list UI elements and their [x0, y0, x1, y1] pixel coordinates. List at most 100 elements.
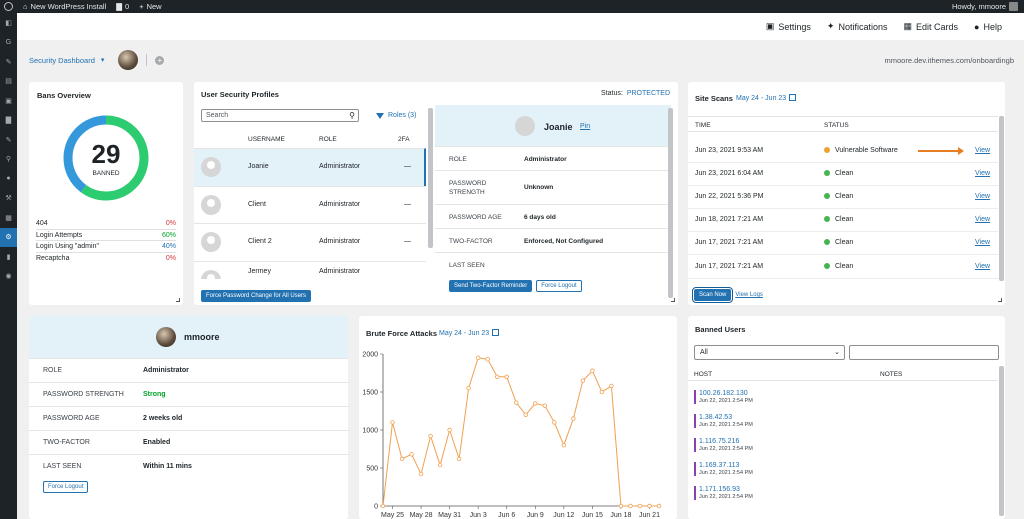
x-tick-label: Jun 6	[498, 512, 515, 519]
resize-handle[interactable]	[671, 298, 675, 302]
view-link[interactable]: View	[975, 147, 990, 154]
banned-label: BANNED	[92, 170, 120, 177]
appearance-icon[interactable]: ✎	[0, 130, 17, 150]
banned-users-card: Banned Users All ⌄ HOST NOTES 100.26.182.…	[688, 316, 1005, 519]
users-scrollbar[interactable]	[428, 108, 433, 248]
scan-now-button[interactable]: Scan Now	[691, 287, 734, 303]
status-dot-icon	[824, 193, 830, 199]
banned-host-link[interactable]: 1.38.42.53	[699, 414, 784, 421]
dashboard-selector[interactable]: Security Dashboard ▾	[29, 56, 104, 65]
y-tick-label: 0	[374, 504, 378, 511]
users-icon[interactable]: ●	[0, 169, 17, 189]
data-point	[628, 503, 633, 509]
home-icon: ⌂	[23, 2, 28, 11]
data-point	[399, 456, 405, 462]
x-tick-label: May 28	[410, 512, 433, 519]
filter-icon	[376, 112, 384, 119]
list-item: 1.116.75.216 Jun 22, 2021 2:54 PM	[694, 438, 784, 452]
dashboard-icon[interactable]: ◧	[0, 13, 17, 33]
send-two-factor-reminder-button[interactable]: Send Two-Factor Reminder	[449, 280, 533, 292]
media-icon[interactable]: ▣	[0, 91, 17, 111]
banned-search-input[interactable]	[849, 345, 999, 360]
list-item: 1.38.42.53 Jun 22, 2021 2:54 PM	[694, 414, 784, 428]
date-range-picker[interactable]: May 24 - Jun 23	[736, 94, 797, 102]
search-input[interactable]: Search ⚲	[201, 109, 359, 122]
site-name-link[interactable]: ⌂ New WordPress Install	[23, 2, 106, 11]
table-row[interactable]: Client 2 Administrator —	[194, 223, 426, 261]
collapse-icon[interactable]: ◉	[0, 267, 17, 287]
site-url: mmoore.dev.ithemes.com/onboardingb	[884, 55, 1014, 65]
table-row[interactable]: Joanie Administrator —	[194, 148, 426, 186]
notifications-button[interactable]: ✦ Notifications	[827, 21, 888, 32]
arrow-right-icon	[918, 147, 964, 155]
table-row: Jun 18, 2021 7:21 AM Clean View	[688, 208, 998, 232]
lock-icon[interactable]: ▮	[0, 247, 17, 267]
view-link[interactable]: View	[975, 193, 990, 200]
banned-host-link[interactable]: 1.116.75.216	[699, 438, 784, 445]
list-item: Recaptcha 0%	[36, 254, 176, 262]
view-link[interactable]: View	[975, 216, 990, 223]
resize-handle[interactable]	[998, 298, 1002, 302]
detail-row: TWO-FACTOR Enabled	[29, 430, 348, 454]
status-indicator: Status: PROTECTED	[601, 90, 670, 97]
list-item: 1.171.156.93 Jun 22, 2021 2:54 PM	[694, 486, 784, 500]
banned-host-link[interactable]: 100.26.182.130	[699, 390, 784, 397]
detail-scrollbar[interactable]	[668, 108, 673, 298]
view-link[interactable]: View	[975, 170, 990, 177]
edit-cards-button[interactable]: ▦ Edit Cards	[904, 21, 959, 32]
resize-handle[interactable]	[176, 298, 180, 302]
account-menu[interactable]: Howdy, mmoore	[952, 2, 1018, 11]
help-button[interactable]: ● Help	[974, 22, 1002, 32]
table-row[interactable]: Client Administrator —	[194, 185, 426, 224]
force-logout-button[interactable]: Force Logout	[43, 481, 89, 493]
comments-icon[interactable]: ▇	[0, 111, 17, 131]
scans-scrollbar[interactable]	[999, 116, 1004, 281]
user-security-profiles-card: User Security Profiles Status: PROTECTED …	[194, 82, 678, 305]
data-point	[609, 383, 614, 389]
scans-table-header: TIME STATUS	[688, 116, 998, 132]
view-link[interactable]: View	[975, 239, 990, 246]
avatar	[515, 116, 535, 136]
comments-link[interactable]: ▇ 0	[116, 2, 129, 11]
table-row[interactable]: Jermey Administrator	[194, 260, 426, 279]
tools-icon[interactable]: ⚒	[0, 189, 17, 209]
banned-table-header: HOST NOTES	[688, 367, 998, 381]
roles-filter[interactable]: Roles (3)	[376, 112, 416, 119]
wordpress-logo-icon[interactable]	[4, 2, 13, 11]
status-dot-icon	[824, 239, 830, 245]
banned-host-link[interactable]: 1.169.37.113	[699, 462, 784, 469]
settings-button[interactable]: ▣ Settings	[766, 21, 811, 32]
force-password-change-button[interactable]: Force Password Change for All Users	[201, 290, 312, 302]
pin-icon[interactable]: ✎	[0, 52, 17, 72]
detail-row: ROLE Administrator	[29, 358, 348, 382]
date-range-picker[interactable]: May 24 - Jun 23	[439, 329, 500, 337]
data-point	[523, 412, 528, 417]
view-logs-link[interactable]: View Logs	[735, 292, 763, 298]
data-point	[533, 401, 538, 406]
bans-overview-card: Bans Overview 29 BANNED 404 0% Login Atte…	[29, 82, 183, 305]
banned-host-link[interactable]: 1.171.156.93	[699, 486, 784, 493]
view-link[interactable]: View	[975, 263, 990, 270]
user-detail-panel: Joanie Pin ROLE Administrator PASSWORD ST…	[435, 105, 671, 305]
pin-link[interactable]: Pin	[580, 123, 590, 130]
banned-scrollbar[interactable]	[999, 366, 1004, 516]
add-dashboard-button[interactable]: +	[155, 55, 165, 65]
avatar[interactable]	[118, 50, 139, 70]
list-item: 100.26.182.130 Jun 22, 2021 2:54 PM	[694, 390, 784, 404]
force-logout-button[interactable]: Force Logout	[536, 280, 582, 292]
settings-icon[interactable]: ▦	[0, 208, 17, 228]
new-content-link[interactable]: + New	[139, 2, 161, 11]
data-point	[656, 503, 662, 509]
users-table-header: USERNAME ROLE 2FA	[248, 136, 410, 143]
table-row: Jun 23, 2021 6:04 AM Clean View	[688, 162, 998, 186]
plugins-icon[interactable]: ⚲	[0, 150, 17, 170]
y-tick-label: 1000	[362, 428, 378, 435]
card-title: Site Scans	[695, 94, 733, 103]
banned-filter-select[interactable]: All ⌄	[694, 345, 845, 360]
table-row: Jun 17, 2021 7:21 AM Clean View	[688, 231, 998, 255]
g-icon[interactable]: G	[0, 33, 17, 53]
profile-name: mmoore	[184, 332, 220, 342]
posts-icon[interactable]: ▤	[0, 72, 17, 92]
y-tick-label: 1500	[362, 390, 378, 397]
security-gear-icon[interactable]: ⚙	[0, 227, 17, 247]
